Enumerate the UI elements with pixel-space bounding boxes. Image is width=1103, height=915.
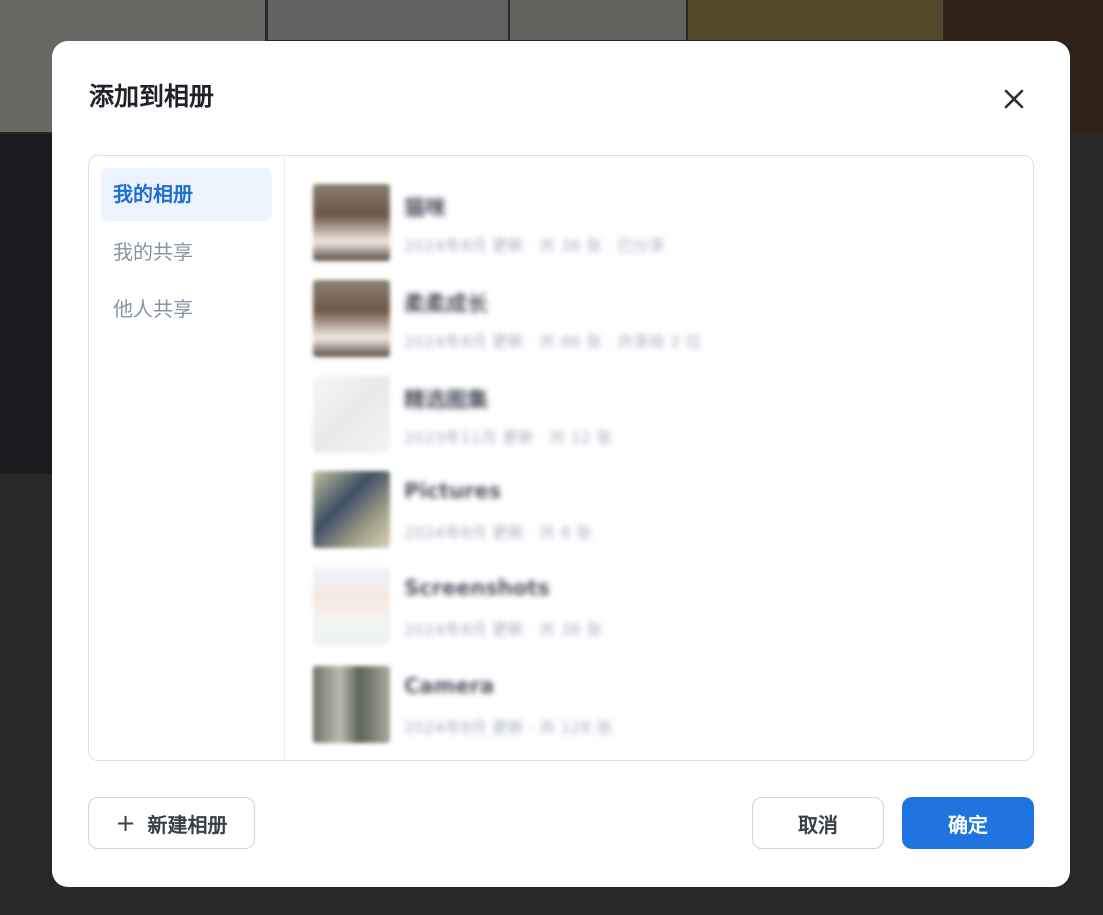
album-item[interactable]: Camera 2024年8月 更新 · 共 128 张 [313, 666, 953, 744]
add-to-album-dialog: 添加到相册 我的相册 我的共享 他人共享 猫咪 2024年8月 更新 · 共 3… [52, 41, 1070, 887]
nav-item-my-albums[interactable]: 我的相册 [101, 168, 272, 221]
confirm-button[interactable]: 确定 [902, 797, 1034, 849]
album-meta: 2024年8月 更新 · 共 86 张 · 共享给 2 位 [404, 332, 702, 351]
album-name: Screenshots [404, 576, 550, 600]
album-item[interactable]: 柔柔成长 2024年8月 更新 · 共 86 张 · 共享给 2 位 [313, 280, 953, 358]
album-thumbnail [313, 666, 390, 743]
album-meta: 2024年8月 更新 · 共 128 张 [404, 718, 612, 737]
album-picker-panel: 我的相册 我的共享 他人共享 猫咪 2024年8月 更新 · 共 36 张 · … [88, 155, 1034, 761]
album-name: 柔柔成长 [404, 292, 488, 316]
album-name: Camera [404, 674, 495, 698]
album-item[interactable]: 精选图集 2023年11月 更新 · 共 12 张 [313, 376, 953, 454]
album-list: 猫咪 2024年8月 更新 · 共 36 张 · 已分享 柔柔成长 2024年8… [285, 156, 1033, 760]
nav-item-my-shared[interactable]: 我的共享 [101, 226, 272, 279]
album-item[interactable]: 猫咪 2024年8月 更新 · 共 36 张 · 已分享 [313, 184, 953, 262]
album-item[interactable]: Pictures 2024年8月 更新 · 共 8 张 [313, 471, 953, 549]
album-name: 猫咪 [404, 196, 446, 220]
album-name: Pictures [404, 479, 502, 503]
album-name: 精选图集 [404, 388, 488, 412]
album-thumbnail [313, 376, 390, 453]
album-meta: 2024年8月 更新 · 共 38 张 [404, 620, 602, 639]
album-category-nav: 我的相册 我的共享 他人共享 [89, 156, 285, 760]
album-thumbnail [313, 184, 390, 261]
dialog-title: 添加到相册 [89, 82, 215, 111]
album-item[interactable]: Screenshots 2024年8月 更新 · 共 38 张 [313, 568, 953, 646]
close-button[interactable] [998, 83, 1030, 115]
album-thumbnail [313, 280, 390, 357]
album-thumbnail [313, 568, 390, 645]
album-thumbnail [313, 471, 390, 548]
close-icon [1004, 89, 1024, 109]
new-album-button[interactable]: + 新建相册 [88, 797, 255, 849]
new-album-label: 新建相册 [147, 812, 228, 837]
album-meta: 2024年8月 更新 · 共 36 张 · 已分享 [404, 236, 666, 255]
cancel-button[interactable]: 取消 [752, 797, 884, 849]
nav-item-others-shared[interactable]: 他人共享 [101, 283, 272, 336]
album-meta: 2024年8月 更新 · 共 8 张 [404, 523, 592, 542]
album-meta: 2023年11月 更新 · 共 12 张 [404, 428, 612, 447]
plus-icon: + [115, 809, 136, 837]
